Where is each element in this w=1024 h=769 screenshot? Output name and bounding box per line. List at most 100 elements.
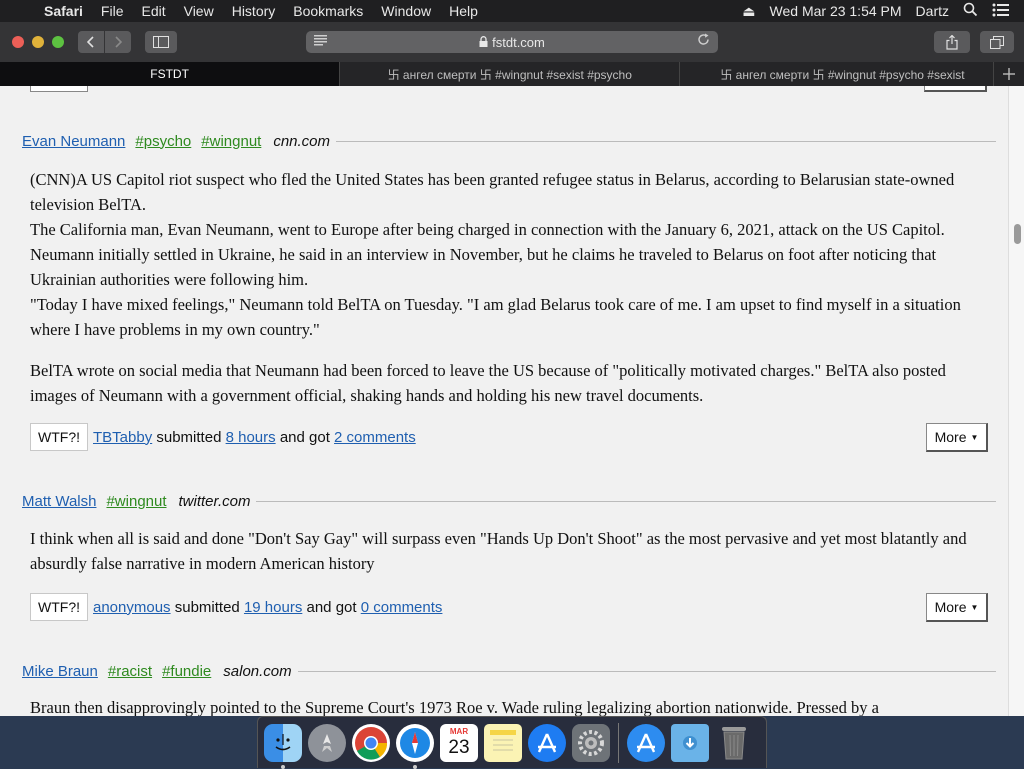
system-preferences-icon[interactable] (572, 723, 610, 762)
window-controls (12, 36, 72, 48)
sidebar-toggle-button[interactable] (145, 31, 177, 53)
zoom-window-button[interactable] (52, 36, 64, 48)
calendar-day: 23 (448, 736, 470, 758)
menu-history[interactable]: History (232, 3, 276, 19)
forward-button[interactable] (105, 31, 131, 53)
wtf-vote-button[interactable]: WTF?! (30, 593, 88, 621)
tab-wingnut-2[interactable]: 卐 ангел смерти 卐 #wingnut #psycho #sexis… (680, 62, 995, 86)
header-divider (256, 500, 996, 502)
submitted-text: submitted (156, 428, 222, 446)
user-name[interactable]: Dartz (916, 3, 949, 19)
more-label: More (934, 599, 967, 615)
previous-more-button[interactable] (924, 86, 987, 92)
post-author-link[interactable]: Evan Neumann (22, 133, 125, 150)
post-paragraph: (CNN)A US Capitol riot suspect who fled … (30, 170, 955, 214)
tab-overview-icon (990, 35, 1004, 49)
wtf-vote-button[interactable]: WTF?! (30, 423, 88, 451)
tab-wingnut-1[interactable]: 卐 ангел смерти 卐 #wingnut #sexist #psych… (340, 62, 681, 86)
dock: MAR 23 (257, 716, 767, 769)
vertical-scrollbar[interactable] (1008, 86, 1024, 716)
page-content: Evan Neumann #psycho #wingnut cnn.com (C… (0, 86, 1008, 716)
post-author-link[interactable]: Matt Walsh (22, 493, 96, 510)
reload-icon[interactable] (697, 33, 710, 49)
submitter-link[interactable]: TBTabby (93, 429, 152, 446)
post-header: Matt Walsh #wingnut twitter.com (22, 491, 996, 511)
clock[interactable]: Wed Mar 23 1:54 PM (770, 3, 902, 19)
url-text: fstdt.com (492, 34, 545, 50)
menu-edit[interactable]: Edit (141, 3, 165, 19)
address-bar[interactable]: fstdt.com (306, 31, 718, 53)
and-got-text: and got (306, 598, 357, 616)
reader-view-icon[interactable] (314, 34, 327, 49)
menu-help[interactable]: Help (449, 3, 478, 19)
and-got-text: and got (279, 428, 330, 446)
tag-link[interactable]: #psycho (135, 133, 191, 150)
post-body: I think when all is said and done "Don't… (30, 526, 970, 576)
tab-fstdt[interactable]: FSTDT (0, 62, 341, 86)
back-button[interactable] (78, 31, 104, 53)
finder-icon[interactable] (264, 723, 302, 769)
menu-file[interactable]: File (101, 3, 124, 19)
tag-link[interactable]: #wingnut (106, 493, 166, 510)
safari-icon[interactable] (396, 723, 434, 769)
post-author-link[interactable]: Mike Braun (22, 663, 98, 680)
post-paragraph: "Today I have mixed feelings," Neumann t… (30, 295, 961, 339)
caret-down-icon: ▼ (970, 602, 979, 612)
calendar-month: MAR (449, 726, 469, 736)
browser-toolbar: fstdt.com (0, 22, 1024, 62)
menu-window[interactable]: Window (381, 3, 431, 19)
eject-icon[interactable]: ⏏ (742, 3, 755, 20)
chrome-icon[interactable] (352, 723, 390, 762)
chevron-right-icon (115, 36, 122, 48)
comments-link[interactable]: 2 comments (334, 429, 416, 446)
notes-icon[interactable] (484, 723, 522, 762)
control-center-list-icon[interactable] (992, 3, 1010, 20)
calendar-icon[interactable]: MAR 23 (440, 723, 478, 762)
spotlight-search-icon[interactable] (963, 2, 978, 20)
trash-icon[interactable] (715, 724, 753, 762)
caret-down-icon: ▼ (970, 432, 979, 442)
app-store-download-icon[interactable] (627, 723, 665, 762)
post-source: cnn.com (273, 132, 331, 150)
share-button[interactable] (934, 31, 970, 53)
post-paragraph: The California man, Evan Neumann, went t… (30, 220, 945, 289)
more-button[interactable]: More ▼ (926, 593, 988, 622)
header-divider (336, 140, 996, 142)
post-time-link[interactable]: 19 hours (244, 599, 302, 616)
tag-link[interactable]: #racist (108, 663, 152, 680)
menu-view[interactable]: View (184, 3, 214, 19)
tag-link[interactable]: #wingnut (201, 133, 261, 150)
post-paragraph: I think when all is said and done "Don't… (30, 529, 967, 573)
menu-bookmarks[interactable]: Bookmarks (293, 3, 363, 19)
post-footer: WTF?! TBTabby submitted 8 hours and got … (30, 423, 988, 452)
minimize-window-button[interactable] (32, 36, 44, 48)
submitter-link[interactable]: anonymous (93, 599, 171, 616)
post-time-link[interactable]: 8 hours (226, 429, 276, 446)
chevron-left-icon (87, 36, 94, 48)
menu-app-name[interactable]: Safari (44, 3, 83, 19)
launchpad-icon[interactable] (308, 723, 346, 762)
dock-separator (618, 722, 619, 763)
more-button[interactable]: More ▼ (926, 423, 988, 452)
previous-wtf-button[interactable] (30, 86, 88, 92)
post-paragraph: BelTA wrote on social media that Neumann… (30, 361, 946, 405)
share-icon (946, 34, 958, 50)
lock-icon (479, 35, 488, 50)
close-window-button[interactable] (12, 36, 24, 48)
tab-overview-button[interactable] (980, 31, 1014, 53)
downloads-folder-icon[interactable] (671, 723, 709, 762)
comments-link[interactable]: 0 comments (361, 599, 443, 616)
menu-bar: Safari File Edit View History Bookmarks … (0, 0, 1024, 22)
tab-strip: FSTDT 卐 ангел смерти 卐 #wingnut #sexist … (0, 62, 1024, 86)
post-body: Braun then disapprovingly pointed to the… (30, 695, 970, 716)
header-divider (297, 670, 996, 672)
submitted-text: submitted (174, 598, 240, 616)
tag-link[interactable]: #fundie (162, 663, 211, 680)
post-header: Evan Neumann #psycho #wingnut cnn.com (22, 131, 996, 151)
post-paragraph: Braun then disapprovingly pointed to the… (30, 698, 879, 716)
post-footer: WTF?! anonymous submitted 19 hours and g… (30, 593, 988, 622)
post-header: Mike Braun #racist #fundie salon.com (22, 661, 996, 681)
scroll-thumb[interactable] (1014, 224, 1021, 244)
new-tab-button[interactable] (994, 62, 1024, 86)
app-store-icon[interactable] (528, 723, 566, 762)
